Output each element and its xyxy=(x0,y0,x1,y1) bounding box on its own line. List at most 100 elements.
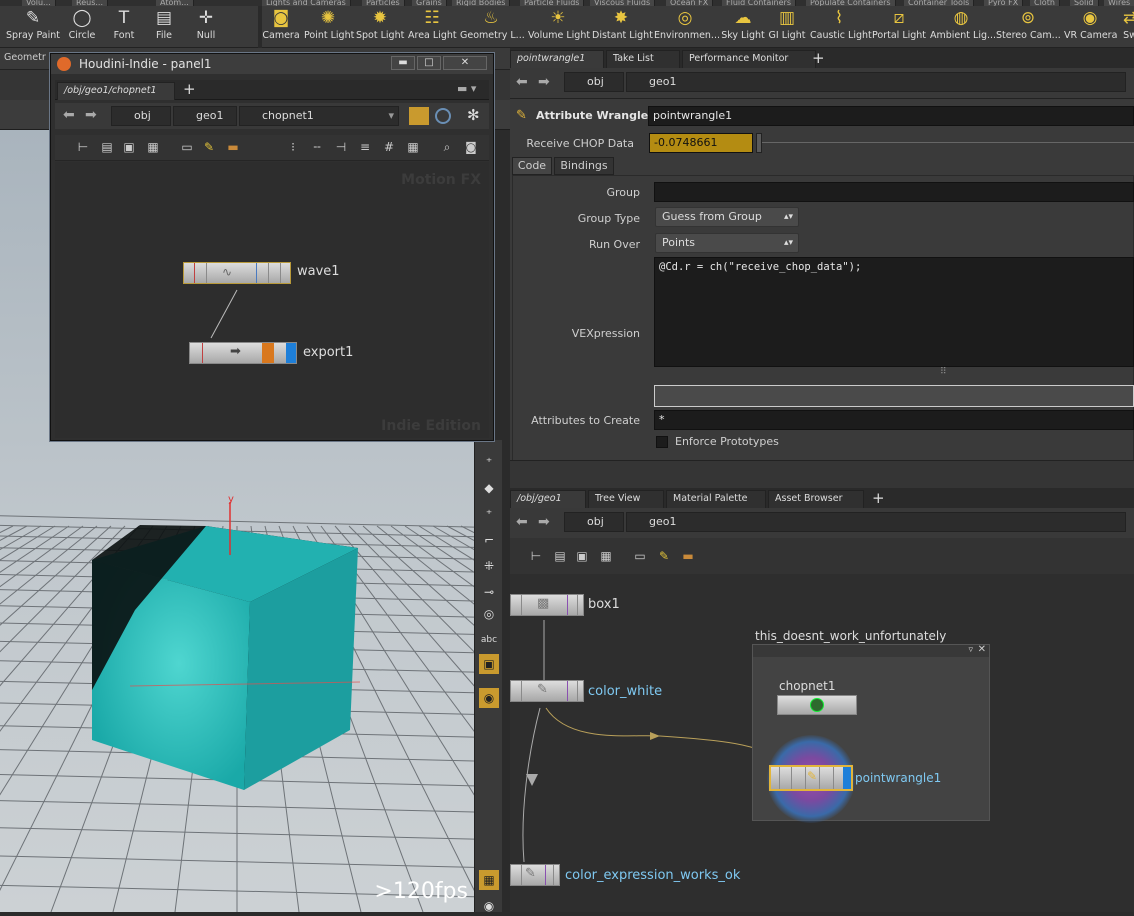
receive-chop-field[interactable]: -0.0748661 xyxy=(649,133,753,153)
shelf-tool-point-light[interactable]: ✺ Point Light xyxy=(304,8,354,46)
shelf-tool-spray[interactable]: ✎ Spray Paint xyxy=(4,8,62,46)
shelf-tool-stereo-camera[interactable]: ⊚ Stereo Cam... xyxy=(996,8,1061,46)
subnet-header[interactable] xyxy=(753,645,989,657)
background-image-icon[interactable]: ▣ xyxy=(479,654,499,674)
shelf-tool-file[interactable]: ▤ File xyxy=(146,8,182,46)
shelf-tab-13[interactable]: Pyro FX xyxy=(984,0,1024,6)
shelf-tool-circle[interactable]: ◯ Circle xyxy=(64,8,100,46)
crumb-chopnet1[interactable]: chopnet1 ▾ xyxy=(239,106,399,126)
shelf-tab-1[interactable]: Reus... xyxy=(72,0,108,6)
chevron-down-icon[interactable]: ▾ xyxy=(388,107,394,125)
shelf-tab-2[interactable]: Atom... xyxy=(156,0,194,6)
split-icon[interactable]: ⊣ xyxy=(333,139,349,155)
pane-separator[interactable] xyxy=(510,460,1134,488)
list-icon[interactable]: ▤ xyxy=(99,139,115,155)
shelf-tool-ambient-light[interactable]: ◍ Ambient Lig... xyxy=(930,8,996,46)
chop-network-editor[interactable]: Motion FX Indie Edition ∿ wave1 ➡ export… xyxy=(55,162,489,438)
group-type-menu[interactable]: Guess from Group ▴▾ xyxy=(655,207,799,227)
add-tab-icon[interactable]: + xyxy=(183,80,196,98)
close-button[interactable]: ✕ xyxy=(443,56,487,70)
group-field[interactable] xyxy=(654,182,1134,202)
add-tab-icon[interactable]: + xyxy=(872,489,885,507)
shelf-tool-portal-light[interactable]: ⧄ Portal Light xyxy=(872,8,926,46)
tab-geometry[interactable]: Geometr xyxy=(4,52,46,63)
floating-panel-window[interactable]: Houdini-Indie - panel1 ▬ □ ✕ /obj/geo1/c… xyxy=(50,53,494,441)
shelf-tool-geometry-light[interactable]: ♨ Geometry L... xyxy=(460,8,525,46)
shelf-tab-0[interactable]: Volu... xyxy=(22,0,56,6)
vexpression-editor[interactable]: @Cd.r = ch("receive_chop_data"); xyxy=(654,257,1134,367)
node-pointwrangle1[interactable]: ✎ xyxy=(769,765,853,791)
add-tab-icon[interactable]: + xyxy=(812,49,825,67)
crumb-obj[interactable]: obj xyxy=(564,512,624,532)
node-name-field[interactable]: pointwrangle1 xyxy=(648,106,1134,126)
crumb-obj[interactable]: obj xyxy=(564,72,624,92)
back-arrow-icon[interactable]: ⬅ xyxy=(516,514,528,530)
handle-icon[interactable]: ⊸ xyxy=(479,582,499,602)
box-icon[interactable]: ▬ xyxy=(680,548,696,564)
display-icon[interactable]: ▭ xyxy=(632,548,648,564)
shelf-tab-7[interactable]: Particle Fluids xyxy=(520,0,585,6)
palette-icon[interactable]: ▦ xyxy=(598,548,614,564)
distribute-icon[interactable]: ≡ xyxy=(357,139,373,155)
text-abc-icon[interactable]: abc xyxy=(479,630,499,650)
forward-arrow-icon[interactable]: ➡ xyxy=(85,107,97,123)
palette-icon[interactable]: ▦ xyxy=(145,139,161,155)
scatter-icon[interactable]: ⁜ xyxy=(479,556,499,576)
back-arrow-icon[interactable]: ⬅ xyxy=(63,107,75,123)
shelf-tab-6[interactable]: Rigid Bodies xyxy=(452,0,511,6)
tab-material-palette[interactable]: Material Palette xyxy=(666,490,766,508)
display-icon[interactable]: ▭ xyxy=(179,139,195,155)
tab-bindings[interactable]: Bindings xyxy=(554,157,614,175)
pane-menu-icon[interactable]: ▬ ▾ xyxy=(457,82,476,95)
eye-icon[interactable]: ◉ xyxy=(479,896,499,916)
shelf-tab-12[interactable]: Container Tools xyxy=(904,0,975,6)
table-icon[interactable]: ▣ xyxy=(121,139,137,155)
forward-arrow-icon[interactable]: ➡ xyxy=(538,514,550,530)
camera-view-icon[interactable]: ◙ xyxy=(463,139,479,155)
tab-chopnet1[interactable]: /obj/geo1/chopnet1 xyxy=(57,82,175,100)
attributes-to-create-field[interactable]: * xyxy=(654,410,1134,430)
grid-icon[interactable]: ⁺ xyxy=(479,504,499,524)
shelf-tool-distant-light[interactable]: ✸ Distant Light xyxy=(592,8,653,46)
resize-grip-icon[interactable]: ⠿ xyxy=(940,367,947,377)
node-chopnet1[interactable] xyxy=(777,695,857,715)
node-color-white[interactable]: ✎ xyxy=(510,680,584,702)
maximize-button[interactable]: □ xyxy=(417,56,441,70)
receive-chop-slider-track[interactable] xyxy=(762,142,1134,143)
note-icon[interactable]: ✎ xyxy=(656,548,672,564)
tab-asset-browser[interactable]: Asset Browser xyxy=(768,490,864,508)
tab-obj-geo1[interactable]: /obj/geo1 xyxy=(510,490,586,508)
shelf-tab-16[interactable]: Wires xyxy=(1104,0,1134,6)
shelf-tool-gi-light[interactable]: ▥ GI Light xyxy=(768,8,806,46)
tab-code[interactable]: Code xyxy=(512,157,552,175)
receive-chop-slider-handle[interactable] xyxy=(756,133,762,153)
shelf-tab-3[interactable]: Lights and Cameras xyxy=(262,0,351,6)
shelf-tool-sky-light[interactable]: ☁ Sky Light xyxy=(720,8,766,46)
shelf-tab-15[interactable]: Solid xyxy=(1070,0,1099,6)
pin-icon[interactable]: ◉ xyxy=(479,688,499,708)
shelf-tool-environment-light[interactable]: ◎ Environmen... xyxy=(654,8,720,46)
node-color-expression[interactable]: ✎ xyxy=(510,864,560,886)
grid-lines-icon[interactable]: # xyxy=(381,139,397,155)
forward-arrow-icon[interactable]: ➡ xyxy=(538,74,550,90)
shelf-tab-14[interactable]: Cloth xyxy=(1030,0,1060,6)
tree-icon[interactable]: ⊢ xyxy=(75,139,91,155)
shelf-tool-caustic-light[interactable]: ⌇ Caustic Light xyxy=(810,8,872,46)
run-over-menu[interactable]: Points ▴▾ xyxy=(655,233,799,253)
curve-icon[interactable]: ⌐ xyxy=(479,530,499,550)
minimize-button[interactable]: ▬ xyxy=(391,56,415,70)
shelf-tool-font[interactable]: T Font xyxy=(106,8,142,46)
shelf-tab-11[interactable]: Populate Containers xyxy=(806,0,896,6)
crumb-geo1[interactable]: geo1 xyxy=(173,106,237,126)
node-box1[interactable]: ▩ xyxy=(510,594,584,616)
shelf-tool-vr-camera[interactable]: ◉ VR Camera xyxy=(1064,8,1117,46)
table-icon[interactable]: ▣ xyxy=(574,548,590,564)
tab-pointwrangle1[interactable]: pointwrangle1 xyxy=(510,50,604,68)
shelf-tool-volume-light[interactable]: ☀ Volume Light xyxy=(528,8,590,46)
link-icon[interactable] xyxy=(435,108,451,124)
back-arrow-icon[interactable]: ⬅ xyxy=(516,74,528,90)
display-icon[interactable]: ◎ xyxy=(479,604,499,624)
tab-performance-monitor[interactable]: Performance Monitor xyxy=(682,50,816,68)
tab-take-list[interactable]: Take List xyxy=(606,50,680,68)
list-icon[interactable]: ▤ xyxy=(552,548,568,564)
